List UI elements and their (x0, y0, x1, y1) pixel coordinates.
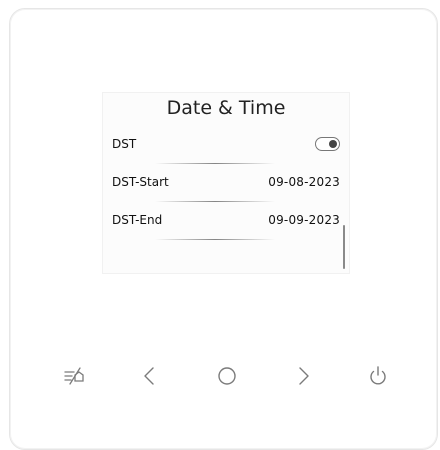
dst-start-value: 09-08-2023 (268, 175, 340, 189)
row-divider (155, 163, 275, 164)
dst-label: DST (112, 137, 137, 151)
forward-button[interactable] (287, 360, 319, 392)
power-button[interactable] (362, 360, 394, 392)
home-button[interactable] (211, 360, 243, 392)
dst-end-value: 09-09-2023 (268, 213, 340, 227)
dst-toggle[interactable] (315, 137, 340, 151)
display-screen: Date & Time DST DST-Start 09-08-2023 DST… (102, 92, 350, 274)
scrollbar[interactable] (343, 225, 345, 269)
chevron-right-icon (299, 367, 309, 385)
menu-toggle-button[interactable] (58, 360, 90, 392)
chevron-left-icon (144, 367, 154, 385)
row-divider (155, 201, 275, 202)
dst-start-row[interactable]: DST-Start 09-08-2023 (112, 167, 340, 193)
screen-title: Date & Time (166, 97, 286, 119)
power-icon (370, 366, 386, 385)
dst-start-label: DST-Start (112, 175, 169, 189)
dst-row[interactable]: DST (112, 129, 340, 155)
circle-home-icon (218, 367, 236, 385)
toggle-knob (329, 140, 337, 148)
menu-toggle-icon (64, 367, 84, 385)
back-button[interactable] (134, 360, 166, 392)
dst-end-row[interactable]: DST-End 09-09-2023 (112, 205, 340, 231)
dst-end-label: DST-End (112, 213, 163, 227)
row-divider (155, 239, 275, 240)
